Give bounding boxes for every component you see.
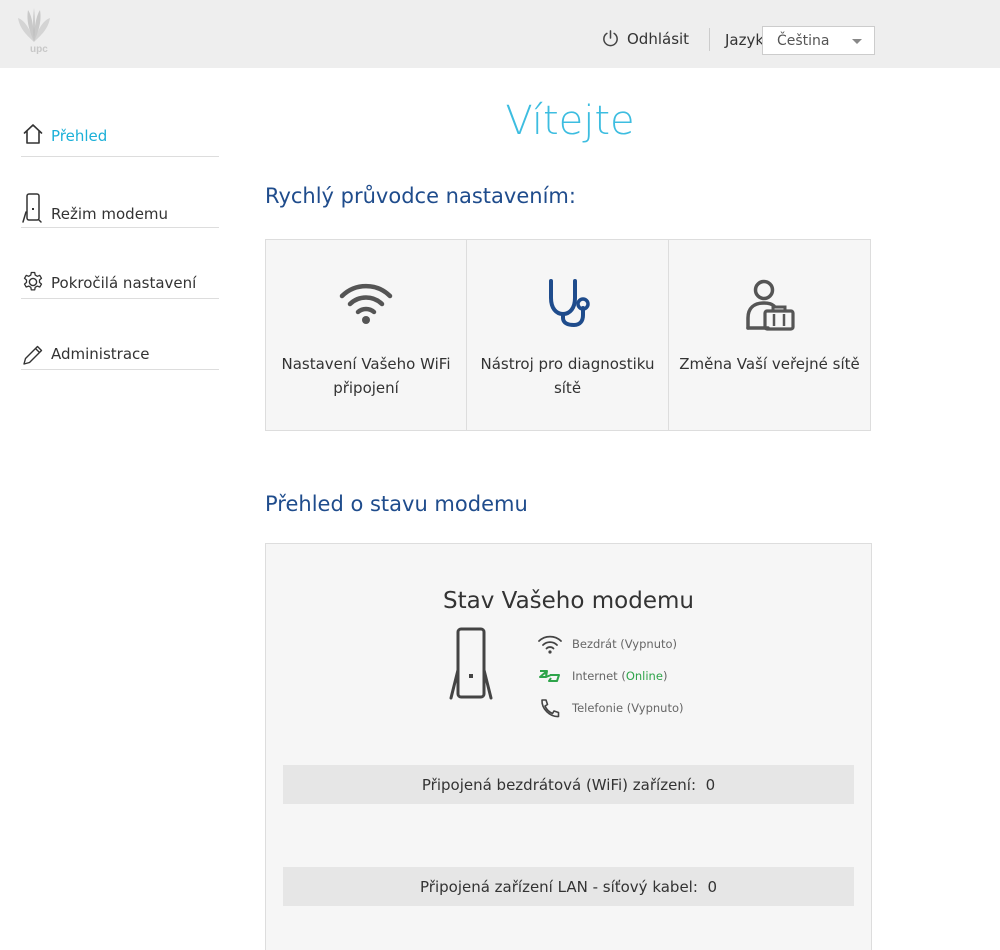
logout-label: Odhlásit [627,29,690,48]
wifi-devices-label: Připojená bezdrátová (WiFi) zařízení: [421,775,697,794]
header-divider [709,28,710,51]
sidebar-item-label: Přehled [51,127,108,145]
quick-card-label: Nástroj pro diagnostiku sítě [480,355,655,397]
gear-icon [23,271,43,291]
sidebar-item-label: Pokročilá nastavení [51,274,197,292]
pencil-icon [23,345,43,365]
status-phone-text: Telefonie (Vypnuto) [572,701,684,715]
welcome-title: Vítejte [505,98,635,144]
status-wireless-state: Vypnuto [624,637,673,651]
quick-card-label: Nastavení Vašeho WiFi připojení [281,355,451,397]
quick-card-wifi-setup[interactable]: Nastavení Vašeho WiFi připojení [265,239,467,431]
wifi-icon [538,635,562,654]
internet-link-icon [539,670,560,682]
lan-devices-label: Připojená zařízení LAN - síťový kabel: [420,877,698,896]
logo-text: upc [30,44,48,55]
modem-status-panel: Stav Vašeho modemu Bezdrát (Vypnuto) Int… [265,543,872,950]
status-phone-state: Vypnuto [631,701,680,715]
caret-down-icon [852,39,862,44]
modem-status-list: Bezdrát (Vypnuto) Internet (Online) Tele… [537,628,684,724]
wifi-icon [339,283,393,324]
status-row-wireless: Bezdrát (Vypnuto) [537,628,684,660]
power-icon [603,30,618,47]
sidebar-item-administrace[interactable]: Administrace [21,299,219,370]
status-row-internet: Internet (Online) [537,660,684,692]
sidebar-item-rezim-modemu[interactable]: Režim modemu [21,157,219,228]
quick-card-public-network[interactable]: Změna Vaší veřejné sítě [669,239,871,431]
status-internet-text: Internet (Online) [572,669,668,683]
sidebar-item-prehled[interactable]: Přehled [21,110,219,157]
sidebar-item-label: Režim modemu [51,205,169,223]
language-label: Jazyk [725,31,765,49]
modem-status-title: Stav Vašeho modemu [443,588,694,614]
lan-devices-bar[interactable]: Připojená zařízení LAN - síťový kabel: 0 [283,867,854,906]
phone-icon [541,699,560,718]
sidebar-item-label: Administrace [51,345,150,363]
home-icon [23,124,43,144]
wifi-devices-bar[interactable]: Připojená bezdrátová (WiFi) zařízení: 0 [283,765,854,804]
logout-button[interactable]: Odhlásit [601,29,689,48]
modem-icon [22,193,42,223]
lan-devices-count: 0 [707,877,717,896]
stethoscope-icon [548,279,590,328]
modem-device-icon [449,627,493,700]
quick-card-label: Změna Vaší veřejné sítě [679,355,860,373]
upc-logo-mark-icon [18,8,50,42]
wifi-devices-count: 0 [705,775,716,794]
modem-status-section-title: Přehled o stavu modemu [265,492,528,516]
status-internet-label: Internet [572,669,618,683]
user-briefcase-icon [745,279,795,331]
sidebar-item-pokrocila-nastaveni[interactable]: Pokročilá nastavení [21,228,219,299]
quick-guide-cards: Nastavení Vašeho WiFi připojení Nástroj … [265,239,871,431]
status-wireless-label: Bezdrát [572,637,617,651]
quick-card-network-diagnostics[interactable]: Nástroj pro diagnostiku sítě [467,239,669,431]
language-select[interactable]: Čeština [762,26,875,55]
status-wireless-text: Bezdrát (Vypnuto) [572,637,678,651]
status-row-phone: Telefonie (Vypnuto) [537,692,684,724]
quick-guide-title: Rychlý průvodce nastavením: [265,184,576,208]
sidebar-nav: Přehled Režim modemu Pokročilá nastavení… [21,110,219,370]
language-value: Čeština [777,32,830,49]
status-internet-state: Online [625,669,663,683]
status-phone-label: Telefonie [572,701,624,715]
top-bar: upc Odhlásit Jazyk Čeština [0,0,1000,68]
